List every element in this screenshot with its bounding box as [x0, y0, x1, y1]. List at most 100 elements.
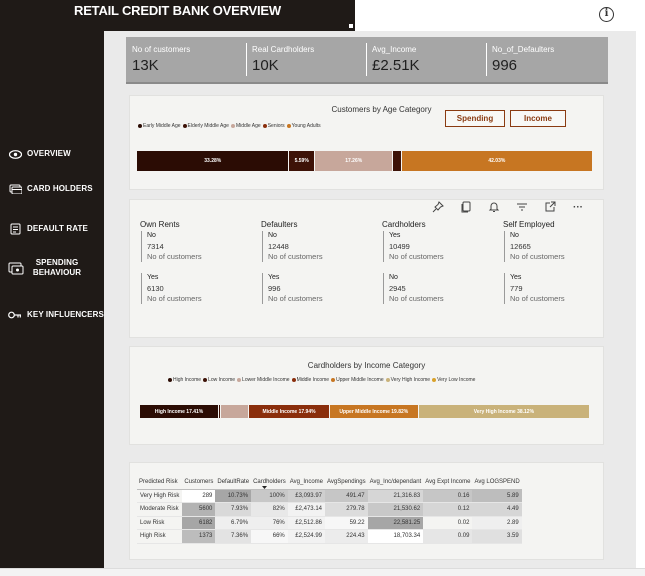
sidebar-item-overview[interactable]: OVERVIEW	[8, 148, 71, 160]
sidebar-item-label: DEFAULT RATE	[27, 224, 88, 233]
income-stacked-bar: High Income 17.41% Middle Income 17.94% Up…	[140, 405, 589, 418]
pin-icon[interactable]	[431, 201, 445, 215]
segment-label: 17.26%	[345, 158, 363, 164]
legend-item[interactable]: Very High Income	[385, 377, 430, 383]
kpi-cardholders[interactable]: Real Cardholders 10K	[246, 37, 366, 82]
table-cell: 6182	[182, 516, 216, 530]
legend-item[interactable]: Seniors	[262, 123, 285, 129]
more-icon[interactable]: ···	[571, 201, 585, 215]
legend-item[interactable]: Young Adults	[286, 123, 321, 129]
sidebar-item-key-influencers[interactable]: KEY INFLUENCERS	[8, 309, 104, 321]
sidebar-item-card-holders[interactable]: CARD HOLDERS	[8, 183, 93, 195]
kpi-value: 10K	[252, 57, 279, 74]
legend-item[interactable]: Middle Income	[291, 377, 329, 383]
stat-defaulters: Defaulters No 12448 No of customers Yes …	[261, 220, 376, 304]
table-cell: 279.78	[325, 502, 368, 517]
income-category-chart[interactable]: Cardholders by Income Category High Inco…	[130, 347, 603, 444]
stat-self-employed: Self Employed No 12665 No of customers Y…	[503, 220, 618, 304]
sidebar-item-label: CARD HOLDERS	[27, 184, 93, 193]
legend-item[interactable]: Lower Middle Income	[237, 377, 290, 383]
column-header[interactable]: Avg_Inc/dependant	[367, 476, 424, 490]
stat-value: 6130	[147, 284, 164, 293]
stat-key: Yes	[510, 274, 522, 281]
table-cell: 76%	[251, 516, 288, 530]
stat-caption: No of customers	[389, 252, 444, 261]
legend-label: Early Middle Age	[143, 123, 181, 129]
bar-segment[interactable]: Middle Income 17.94%	[248, 405, 329, 418]
segment-label: Middle Income 17.94%	[262, 408, 316, 415]
table-row[interactable]: Low Risk 6182 6.79% 76% £2,512.86 59.22 22,581…	[137, 516, 522, 530]
stat-value: 10499	[389, 242, 410, 251]
sidebar-item-spending-behaviour[interactable]: SPENDING BEHAVIOUR	[8, 258, 85, 278]
risk-label-cell: High Risk	[137, 529, 183, 544]
income-button[interactable]: Income	[510, 110, 566, 127]
table-cell: 5.89	[472, 489, 522, 503]
legend-label: Lower Middle Income	[242, 377, 290, 383]
column-header[interactable]: Avg Expt Income	[423, 476, 473, 490]
info-icon[interactable]: i	[599, 7, 614, 22]
chart-title: Cardholders by Income Category	[307, 361, 426, 370]
column-header[interactable]: Cardholders	[251, 476, 288, 490]
spending-button[interactable]: Spending	[445, 110, 505, 127]
stat-key: No	[147, 232, 156, 239]
right-margin	[636, 31, 645, 568]
segment-label: Very High Income 38.12%	[473, 408, 535, 415]
filter-icon[interactable]	[515, 201, 529, 215]
table-cell: 10.73%	[215, 489, 252, 503]
column-header[interactable]: Avg_Income	[287, 476, 325, 490]
sidebar-item-label: SPENDING BEHAVIOUR	[32, 258, 82, 277]
report-icon	[8, 223, 22, 235]
kpi-customers[interactable]: No of customers 13K	[126, 37, 246, 82]
bar-segment[interactable]: Very High Income 38.12%	[417, 405, 589, 418]
bar-segment[interactable]: 5.59%	[288, 151, 314, 171]
kpi-avg-income[interactable]: Avg_Income £2.51K	[366, 37, 486, 82]
legend-swatch	[331, 378, 336, 382]
title-bar: RETAIL CREDIT BANK OVERVIEW	[0, 0, 355, 31]
column-header[interactable]: Customers	[182, 476, 216, 490]
column-header[interactable]: AvgSpendings	[325, 476, 368, 490]
legend-item[interactable]: Early Middle Age	[138, 123, 181, 129]
report-title: RETAIL CREDIT BANK OVERVIEW	[74, 3, 281, 18]
legend-item[interactable]: Low Income	[203, 377, 235, 383]
table-cell: 59.22	[325, 516, 368, 530]
key-icon	[8, 309, 22, 321]
column-header[interactable]: DefaultRate	[215, 476, 252, 490]
copy-icon[interactable]	[459, 201, 473, 215]
table-row[interactable]: Moderate Risk 5600 7.93% 82% £2,473.14 279.78…	[137, 502, 522, 517]
risk-label-cell: Very High Risk	[137, 489, 183, 503]
stat-block: Yes 996 No of customers	[262, 273, 376, 304]
bar-segment[interactable]	[392, 151, 401, 171]
bar-segment[interactable]: 42.03%	[400, 151, 592, 171]
stat-key: Yes	[389, 232, 401, 239]
legend-label: Very Low Income	[437, 377, 476, 383]
column-header[interactable]: Avg LOGSPEND	[472, 476, 522, 490]
legend-item[interactable]: High Income	[168, 377, 201, 383]
legend-item[interactable]: Upper Middle Income	[331, 377, 384, 383]
kpi-defaulters[interactable]: No_of_Defaulters 996	[486, 37, 606, 82]
bar-segment[interactable]	[219, 405, 249, 418]
stat-block: Yes 6130 No of customers	[141, 273, 255, 304]
legend-label: High Income	[173, 377, 202, 383]
legend-swatch	[237, 378, 242, 382]
stat-title: Cardholders	[382, 220, 426, 229]
legend-swatch	[203, 378, 208, 382]
stat-caption: No of customers	[268, 294, 323, 303]
column-header[interactable]: Predicted Risk	[137, 476, 183, 490]
bar-segment[interactable]: High Income 17.41%	[140, 405, 219, 418]
bar-segment[interactable]: 17.26%	[313, 151, 393, 171]
bell-icon[interactable]	[487, 201, 501, 215]
expand-icon[interactable]	[543, 201, 557, 215]
table-row[interactable]: High Risk 1373 7.36% 66% £2,524.99 224.43 18,7…	[137, 529, 522, 544]
table-header-row: Predicted Risk Customers DefaultRate Car…	[137, 476, 522, 490]
sidebar-item-default-rate[interactable]: DEFAULT RATE	[8, 223, 88, 235]
legend-item[interactable]: Middle Age	[230, 123, 261, 129]
stat-block: No 7314 No of customers	[141, 231, 255, 262]
legend-item[interactable]: Elderly Middle Age	[182, 123, 229, 129]
table-row[interactable]: Very High Risk 289 10.73% 100% £3,093.97 491.…	[137, 489, 522, 503]
table-cell: 0.12	[423, 502, 473, 517]
age-category-chart[interactable]: Customers by Age Category Early Middle A…	[130, 96, 603, 189]
stat-block: No 2945 No of customers	[383, 273, 497, 304]
bar-segment[interactable]: 33.28%	[137, 151, 289, 171]
legend-item[interactable]: Very Low Income	[432, 377, 475, 383]
bar-segment[interactable]: Upper Middle Income 19.82%	[328, 405, 418, 418]
